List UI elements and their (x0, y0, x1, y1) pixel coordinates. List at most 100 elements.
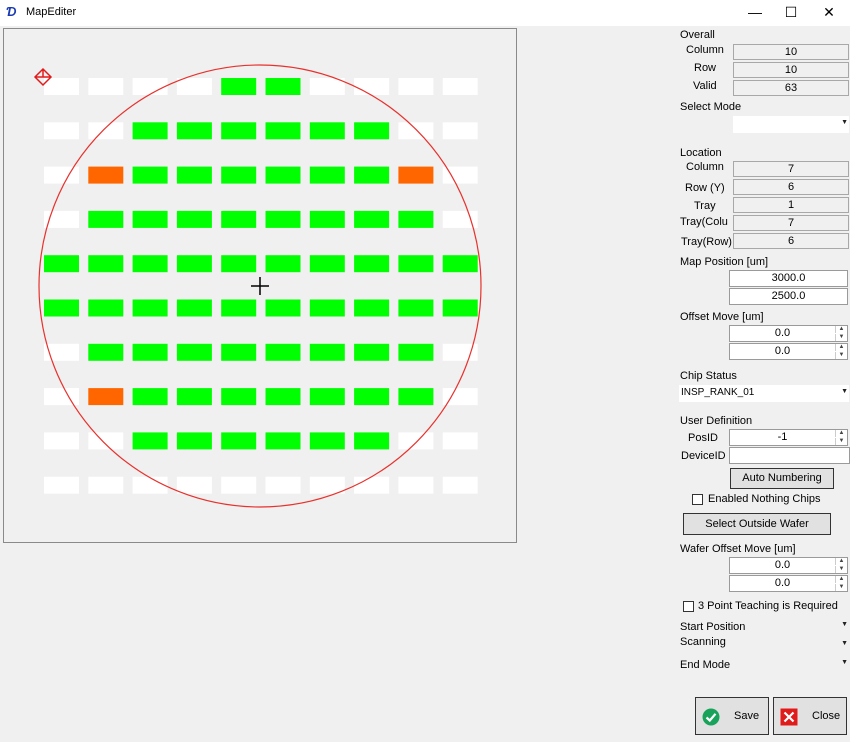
chip-cell[interactable] (442, 78, 478, 95)
chip-cell[interactable] (44, 476, 79, 494)
chip-cell[interactable] (88, 299, 124, 317)
chip-cell[interactable] (265, 432, 301, 450)
chip-cell[interactable] (354, 210, 390, 228)
chip-cell[interactable] (309, 255, 345, 273)
chip-status-dropdown[interactable]: INSP_RANK_01 ▼ (679, 385, 849, 402)
chip-cell[interactable] (398, 122, 434, 140)
end-mode-dropdown[interactable]: ▼ (752, 656, 849, 673)
spin-down-icon[interactable]: ▼ (835, 584, 847, 591)
spin-up-icon[interactable]: ▲ (835, 326, 847, 333)
chip-cell[interactable] (221, 432, 257, 450)
chip-cell[interactable] (265, 210, 301, 228)
close-window-button[interactable]: ✕ (810, 0, 848, 26)
chip-cell[interactable] (265, 122, 301, 140)
chip-cell[interactable] (132, 210, 168, 228)
chip-cell[interactable] (176, 210, 212, 228)
chip-cell[interactable] (44, 78, 79, 95)
chip-cell[interactable] (309, 78, 345, 95)
chip-cell[interactable] (398, 476, 434, 494)
chip-cell[interactable] (88, 78, 124, 95)
chip-cell[interactable] (132, 299, 168, 317)
chip-cell[interactable] (265, 476, 301, 494)
spin-down-icon[interactable]: ▼ (835, 438, 847, 445)
chip-cell[interactable] (265, 388, 301, 406)
save-button[interactable]: Save (695, 697, 769, 735)
maximize-button[interactable]: ☐ (772, 0, 810, 26)
offset-move-y-stepper[interactable]: 0.0 ▲ ▼ (729, 343, 848, 360)
chip-cell[interactable] (265, 78, 301, 95)
chip-cell[interactable] (442, 299, 478, 317)
chip-cell[interactable] (44, 299, 79, 317)
chip-cell[interactable] (44, 388, 79, 406)
chip-cell[interactable] (88, 432, 124, 450)
chip-cell[interactable] (354, 255, 390, 273)
chip-cell[interactable] (354, 78, 390, 95)
chip-cell[interactable] (88, 166, 124, 184)
chip-cell[interactable] (221, 210, 257, 228)
chip-cell[interactable] (265, 166, 301, 184)
chip-cell[interactable] (132, 476, 168, 494)
chip-cell[interactable] (221, 255, 257, 273)
chip-cell[interactable] (398, 432, 434, 450)
chip-cell[interactable] (176, 343, 212, 361)
chip-cell[interactable] (221, 299, 257, 317)
chip-cell[interactable] (398, 210, 434, 228)
chip-cell[interactable] (309, 166, 345, 184)
chip-cell[interactable] (309, 122, 345, 140)
chip-cell[interactable] (44, 432, 79, 450)
chip-cell[interactable] (398, 388, 434, 406)
chip-cell[interactable] (442, 122, 478, 140)
chip-cell[interactable] (132, 343, 168, 361)
chip-cell[interactable] (309, 299, 345, 317)
chip-cell[interactable] (88, 343, 124, 361)
select-outside-wafer-button[interactable]: Select Outside Wafer (683, 513, 831, 535)
chip-cell[interactable] (354, 343, 390, 361)
chip-cell[interactable] (442, 476, 478, 494)
chip-cell[interactable] (44, 166, 79, 184)
chip-cell[interactable] (442, 432, 478, 450)
chip-cell[interactable] (221, 122, 257, 140)
chip-cell[interactable] (88, 210, 124, 228)
map-position-x-input[interactable]: 3000.0 (729, 270, 848, 287)
chip-cell[interactable] (354, 388, 390, 406)
scanning-dropdown[interactable]: ▼ (752, 637, 849, 654)
chip-cell[interactable] (88, 122, 124, 140)
chip-cell[interactable] (309, 432, 345, 450)
chip-cell[interactable] (88, 255, 124, 273)
spin-up-icon[interactable]: ▲ (835, 344, 847, 351)
spin-up-icon[interactable]: ▲ (835, 576, 847, 583)
chip-cell[interactable] (176, 122, 212, 140)
spin-up-icon[interactable]: ▲ (835, 430, 847, 437)
chip-cell[interactable] (398, 299, 434, 317)
offset-move-x-stepper[interactable]: 0.0 ▲ ▼ (729, 325, 848, 342)
wafer-offset-x-stepper[interactable]: 0.0 ▲ ▼ (729, 557, 848, 574)
auto-numbering-button[interactable]: Auto Numbering (730, 468, 834, 489)
chip-cell[interactable] (132, 432, 168, 450)
chip-cell[interactable] (309, 476, 345, 494)
chip-cell[interactable] (398, 166, 434, 184)
chip-cell[interactable] (44, 122, 79, 140)
pos-id-stepper[interactable]: -1 ▲ ▼ (729, 429, 848, 446)
chip-cell[interactable] (132, 388, 168, 406)
chip-cell[interactable] (132, 122, 168, 140)
three-point-teaching-checkbox[interactable] (683, 601, 694, 612)
map-position-y-input[interactable]: 2500.0 (729, 288, 848, 305)
chip-cell[interactable] (176, 299, 212, 317)
chip-cell[interactable] (176, 432, 212, 450)
minimize-button[interactable]: — (736, 0, 774, 26)
chip-cell[interactable] (354, 432, 390, 450)
wafer-map-panel[interactable] (3, 28, 517, 543)
chip-cell[interactable] (221, 388, 257, 406)
chip-cell[interactable] (132, 78, 168, 95)
spin-down-icon[interactable]: ▼ (835, 352, 847, 359)
chip-cell[interactable] (221, 476, 257, 494)
chip-cell[interactable] (265, 343, 301, 361)
chip-cell[interactable] (398, 343, 434, 361)
chip-cell[interactable] (354, 299, 390, 317)
chip-cell[interactable] (354, 166, 390, 184)
chip-cell[interactable] (221, 78, 257, 95)
spin-down-icon[interactable]: ▼ (835, 334, 847, 341)
chip-cell[interactable] (221, 166, 257, 184)
spin-down-icon[interactable]: ▼ (835, 566, 847, 573)
chip-cell[interactable] (132, 166, 168, 184)
